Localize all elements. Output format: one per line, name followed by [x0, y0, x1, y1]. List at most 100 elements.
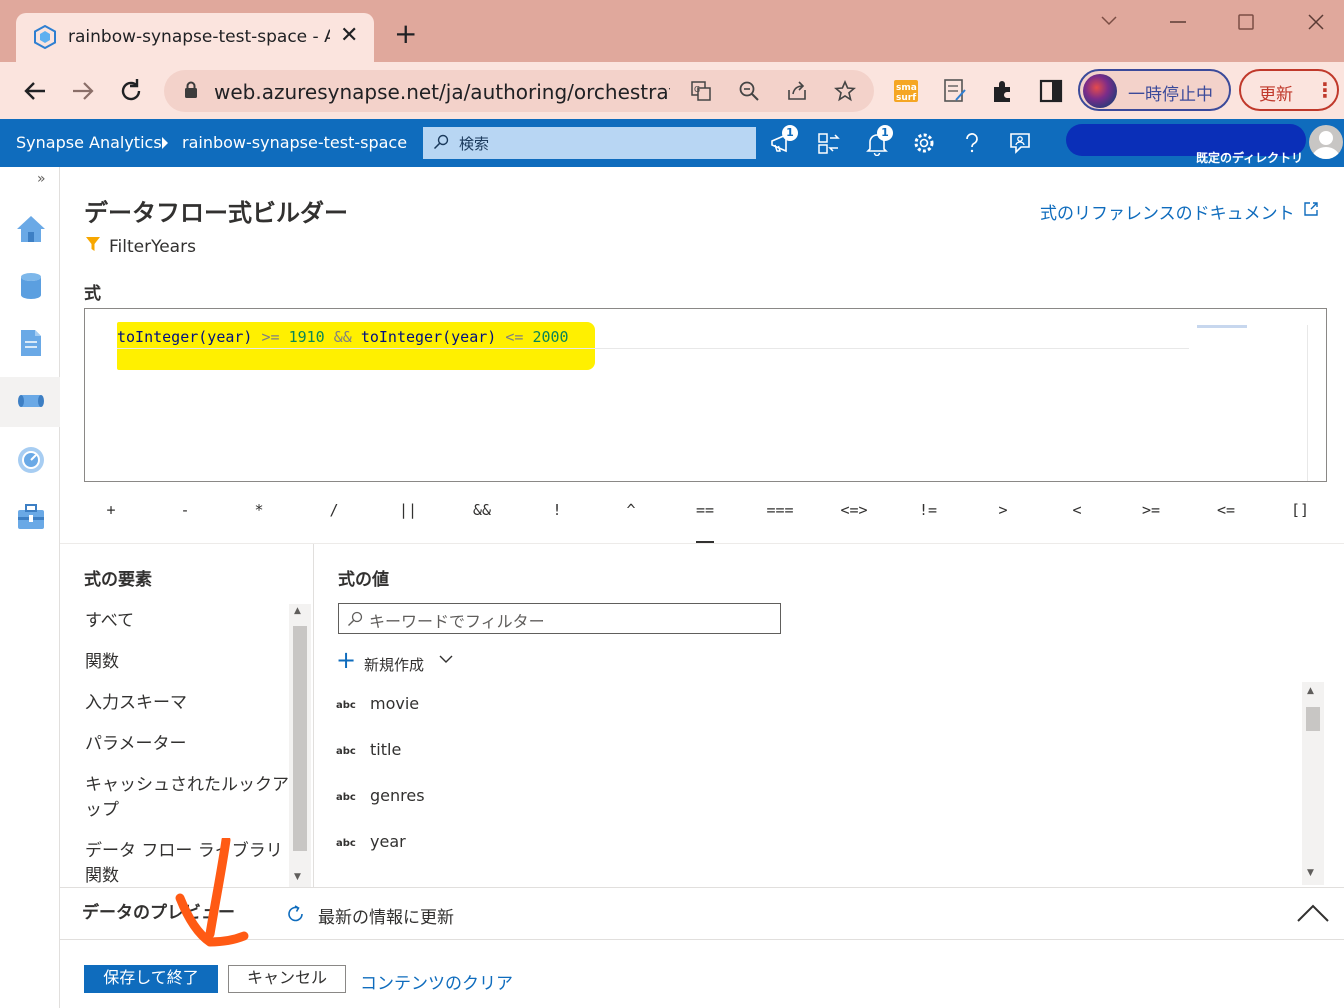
expand-rail-icon[interactable]: » [37, 171, 46, 187]
announcement-badge: 1 [782, 125, 798, 141]
cancel-button[interactable]: キャンセル [228, 965, 346, 993]
operator-xor-button[interactable]: ^ [606, 501, 656, 519]
data-cylinder-icon[interactable] [15, 270, 47, 302]
scroll-up-icon[interactable]: ▲ [294, 606, 301, 616]
bookmark-star-icon[interactable] [834, 80, 856, 102]
user-silhouette-icon [1312, 131, 1340, 159]
element-parameters[interactable]: パラメーター [85, 732, 290, 757]
scroll-down-icon[interactable]: ▼ [294, 872, 301, 882]
monitor-gauge-icon[interactable] [15, 444, 47, 476]
more-menu-icon[interactable]: ⋮ [1315, 77, 1335, 103]
workspace-breadcrumb[interactable]: rainbow-synapse-test-space [182, 133, 407, 152]
chevron-up-icon[interactable] [1296, 902, 1330, 924]
note-extension-icon[interactable] [942, 78, 968, 104]
operator-minus-button[interactable]: - [160, 501, 210, 519]
reload-icon[interactable] [116, 76, 146, 106]
brand-link[interactable]: Synapse Analytics [16, 133, 162, 152]
lock-icon[interactable] [184, 81, 198, 99]
clear-contents-link[interactable]: コンテンツのクリア [360, 969, 513, 994]
window-close-icon[interactable] [1308, 14, 1324, 30]
doc-link-label: 式のリファレンスのドキュメント [1040, 204, 1295, 224]
tab-search-icon[interactable] [1100, 14, 1118, 28]
settings-gear-icon[interactable] [911, 130, 937, 156]
svg-text:sma: sma [896, 83, 917, 93]
zoom-icon[interactable] [738, 80, 760, 102]
scroll-thumb[interactable] [293, 626, 307, 851]
scroll-thumb[interactable] [1306, 707, 1320, 731]
refresh-button[interactable]: 最新の情報に更新 [318, 903, 454, 928]
operator-and-button[interactable]: && [457, 501, 507, 519]
operator-greater-button[interactable]: > [978, 501, 1028, 519]
browser-tab[interactable]: rainbow-synapse-test-space - Az ✕ [16, 13, 374, 62]
preview-title[interactable]: データのプレビュー [82, 898, 235, 923]
add-icon[interactable]: + [336, 648, 356, 672]
maximize-icon[interactable] [1238, 14, 1254, 30]
operator-or-button[interactable]: || [383, 501, 433, 519]
url-text[interactable]: web.azuresynapse.net/ja/authoring/orches… [214, 80, 670, 104]
scroll-up-icon[interactable]: ▲ [1307, 686, 1314, 696]
new-tab-icon[interactable]: + [394, 20, 417, 48]
operator-less-button[interactable]: < [1052, 501, 1102, 519]
back-icon[interactable] [20, 76, 50, 106]
value-row[interactable]: abc movie [336, 691, 1236, 721]
feedback-icon[interactable] [1007, 130, 1033, 156]
operator-plus-button[interactable]: + [86, 501, 136, 519]
element-input-schema[interactable]: 入力スキーマ [85, 691, 290, 716]
operator-multiply-button[interactable]: * [234, 501, 284, 519]
expression-code[interactable]: toInteger(year) >= 1910 && toInteger(yea… [117, 328, 569, 346]
element-all[interactable]: すべて [85, 609, 290, 634]
values-scrollbar[interactable]: ▲ ▼ [1302, 682, 1324, 885]
side-panel-icon[interactable] [1038, 78, 1064, 104]
expression-elements-pane: 式の要素 すべて 関数 入力スキーマ パラメーター キャッシュされたルックアップ… [60, 544, 314, 889]
operator-greater-equal-button[interactable]: >= [1126, 501, 1176, 519]
tab-close-icon[interactable]: ✕ [340, 23, 358, 49]
create-new-button[interactable]: 新規作成 [364, 654, 424, 675]
directory-switch-icon[interactable] [816, 130, 842, 156]
editor-scrollbar[interactable] [1307, 325, 1308, 481]
value-row[interactable]: abc title [336, 737, 1236, 767]
refresh-icon[interactable] [286, 904, 306, 924]
operator-strict-equals-button[interactable]: === [755, 501, 805, 519]
translate-icon[interactable]: G [690, 80, 712, 102]
value-row[interactable]: abc genres [336, 783, 1236, 813]
home-icon[interactable] [15, 213, 47, 245]
operator-not-button[interactable]: ! [532, 501, 582, 519]
user-avatar[interactable] [1309, 125, 1343, 159]
global-search-input[interactable]: 検索 [423, 127, 756, 159]
integrate-pipeline-icon[interactable] [15, 385, 47, 417]
update-button[interactable]: 更新 ⋮ [1239, 69, 1339, 111]
element-functions[interactable]: 関数 [85, 650, 290, 675]
operator-toolbar: + - * / || && ! ^ == === <=> != > < >= <… [84, 497, 1336, 543]
element-dataflow-library[interactable]: データ フロー ライブラリ関数 [85, 839, 290, 889]
data-preview-bar: データのプレビュー 最新の情報に更新 [60, 887, 1344, 940]
forward-icon[interactable] [68, 76, 98, 106]
expression-reference-link[interactable]: 式のリファレンスのドキュメント [1040, 199, 1319, 224]
share-icon[interactable] [786, 80, 808, 102]
chevron-down-icon[interactable] [438, 651, 454, 667]
operator-null-safe-equals-button[interactable]: <=> [829, 501, 879, 519]
operator-brackets-button[interactable]: [] [1275, 501, 1325, 519]
operator-not-equals-button[interactable]: != [903, 501, 953, 519]
expression-editor[interactable]: toInteger(year) >= 1910 && toInteger(yea… [84, 308, 1327, 482]
operator-equals-button[interactable]: == [680, 501, 730, 519]
help-icon[interactable] [959, 130, 985, 156]
element-cached-lookup[interactable]: キャッシュされたルックアップ [85, 773, 290, 823]
tab-title: rainbow-synapse-test-space - Az [68, 27, 330, 47]
extensions-puzzle-icon[interactable] [990, 78, 1016, 104]
save-and-finish-button[interactable]: 保存して終了 [84, 965, 218, 993]
smartsurf-extension-icon[interactable]: smasurf [893, 78, 919, 104]
editor-minimap[interactable] [1197, 325, 1247, 328]
scroll-down-icon[interactable]: ▼ [1307, 868, 1314, 878]
filter-placeholder: キーワードでフィルター [369, 612, 545, 631]
operator-divide-button[interactable]: / [309, 501, 359, 519]
keyword-filter-input[interactable]: キーワードでフィルター [338, 603, 781, 634]
profile-chip[interactable]: 一時停止中 [1078, 69, 1231, 111]
operator-less-equal-button[interactable]: <= [1201, 501, 1251, 519]
manage-toolbox-icon[interactable] [15, 501, 47, 533]
elements-scrollbar[interactable]: ▲ ▼ [289, 604, 311, 887]
value-row[interactable]: abc year [336, 829, 1236, 859]
develop-document-icon[interactable] [15, 327, 47, 359]
minimize-icon[interactable] [1170, 20, 1186, 24]
value-name: year [370, 832, 406, 851]
address-bar[interactable]: web.azuresynapse.net/ja/authoring/orches… [164, 70, 874, 112]
